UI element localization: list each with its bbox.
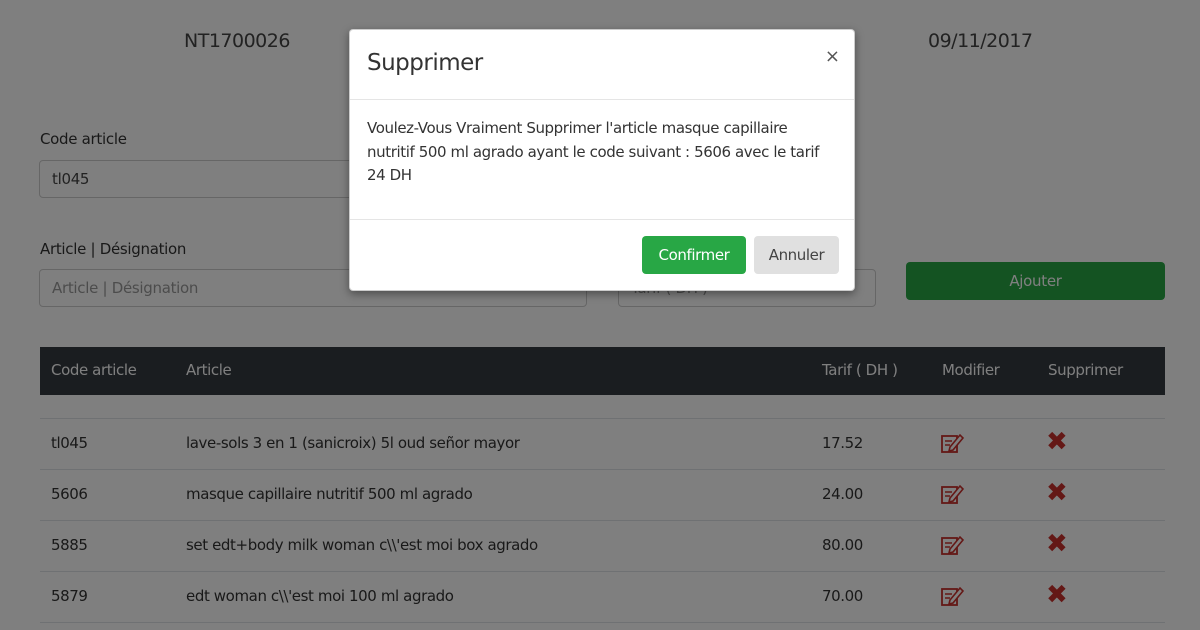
modal-message: Voulez-Vous Vraiment Supprimer l'article… [350, 100, 854, 220]
modal-title: Supprimer [367, 50, 483, 76]
close-icon[interactable]: × [825, 46, 840, 67]
delete-confirm-modal: Supprimer × Voulez-Vous Vraiment Supprim… [349, 29, 855, 291]
modal-footer: Confirmer Annuler [350, 220, 854, 290]
confirm-button[interactable]: Confirmer [642, 236, 746, 274]
modal-header: Supprimer × [350, 30, 854, 100]
cancel-button[interactable]: Annuler [754, 236, 839, 274]
page: NT1700026 09/11/2017 Code article Articl… [0, 0, 1200, 630]
